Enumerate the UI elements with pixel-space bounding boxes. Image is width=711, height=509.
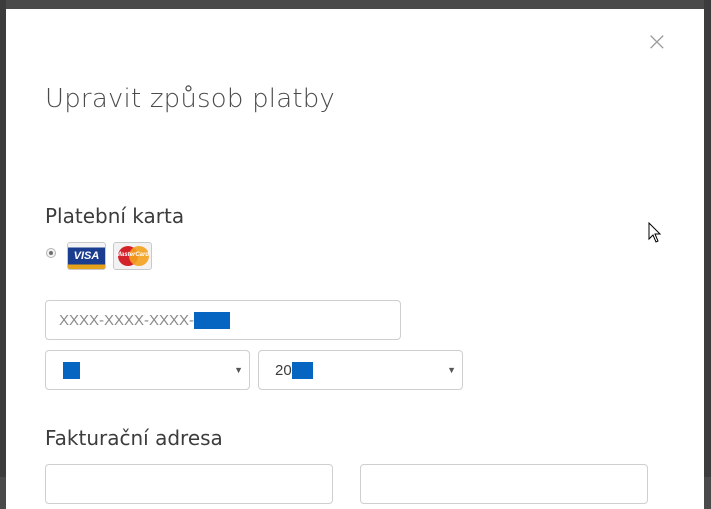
chevron-down-icon: ▼ — [234, 365, 243, 375]
mastercard-logo-text: MasterCard — [115, 252, 149, 258]
visa-logo-icon: VISA — [67, 242, 106, 270]
expiry-year-prefix: 20 — [275, 362, 292, 379]
chevron-down-icon: ▼ — [447, 365, 456, 375]
card-number-visible: XXXX-XXXX-XXXX- — [59, 312, 195, 329]
mouse-pointer-icon — [648, 222, 662, 243]
edit-payment-modal: × Upravit způsob platby Platební karta V… — [6, 9, 704, 509]
card-number-field[interactable]: XXXX-XXXX-XXXX- — [45, 300, 401, 340]
expiry-month-select[interactable]: ▼ — [45, 350, 250, 390]
card-number-value: XXXX-XXXX-XXXX- — [59, 312, 231, 329]
backdrop-right — [704, 0, 711, 477]
billing-address-field-1[interactable] — [45, 464, 333, 504]
visa-logo-text: VISA — [73, 250, 100, 262]
billing-address-heading: Fakturační adresa — [45, 426, 223, 450]
expiry-year-value: 20 — [275, 362, 313, 379]
expiry-month-redaction — [63, 362, 80, 379]
expiry-month-value — [62, 362, 80, 379]
close-icon[interactable]: × — [646, 29, 668, 55]
mastercard-logo-icon: MasterCard — [113, 242, 152, 270]
payment-card-heading: Platební karta — [45, 204, 185, 228]
modal-title: Upravit způsob platby — [45, 84, 336, 114]
expiry-year-select[interactable]: 20 ▼ — [258, 350, 463, 390]
card-number-redaction — [194, 312, 231, 329]
expiry-year-redaction — [291, 362, 313, 379]
payment-card-radio[interactable] — [46, 248, 56, 258]
billing-address-field-2[interactable] — [360, 464, 648, 504]
